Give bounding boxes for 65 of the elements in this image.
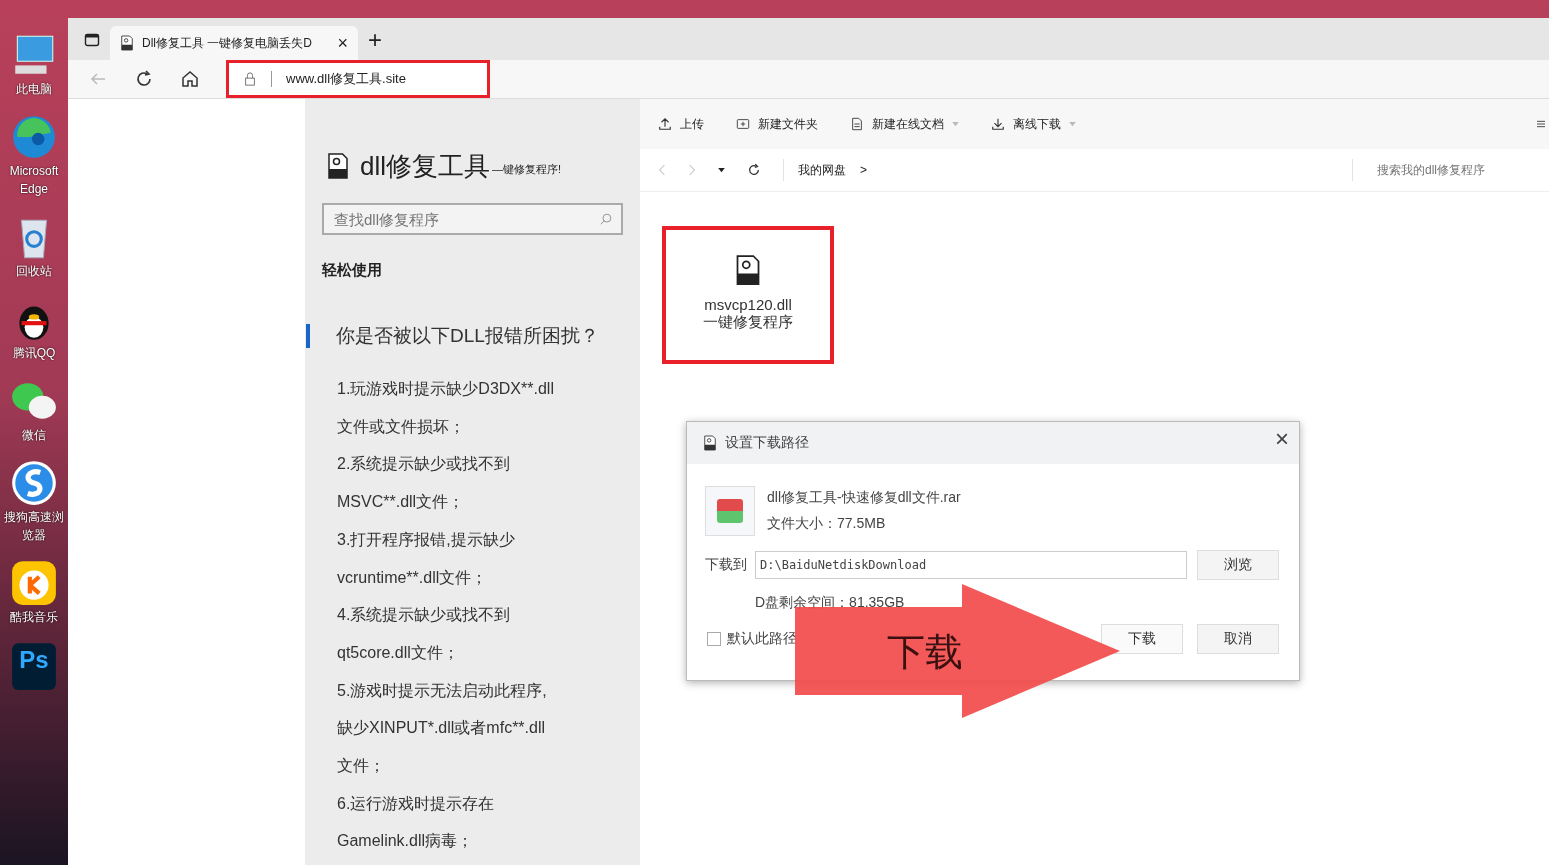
close-tab-button[interactable]: ×	[337, 32, 348, 54]
dialog-title: 设置下载路径	[725, 434, 809, 452]
tab-title: Dll修复工具 一键修复电脑丢失D	[142, 34, 313, 52]
dll-file-icon	[734, 252, 762, 288]
download-button[interactable]: 下载	[1101, 624, 1183, 654]
site-logo-text: dll修复工具	[360, 151, 490, 181]
file-subtitle: 一键修复程序	[703, 313, 793, 332]
browser-tab[interactable]: Dll修复工具 一键修复电脑丢失D ×	[110, 26, 358, 60]
free-space-text: D盘剩余空间：81.35GB	[754, 593, 906, 612]
breadcrumb-link[interactable]: 我的网盘	[798, 161, 846, 179]
error-list-item: 5.游戏时提示无法启动此程序, 缺少XINPUT*.dll或者mfc**.dll 文件；	[337, 680, 548, 777]
search-field[interactable]: 查找dll修复程序	[322, 203, 623, 235]
search-icon[interactable]	[599, 212, 613, 226]
archive-file-icon	[705, 486, 755, 536]
cancel-button[interactable]: 取消	[1197, 624, 1279, 654]
tab-actions-icon[interactable]	[84, 32, 100, 48]
file-tile[interactable]: msvcp120.dll 一键修复程序	[662, 226, 834, 364]
folder-plus-icon	[736, 117, 750, 131]
desktop-icon-label: 微信	[21, 427, 47, 444]
file-name: msvcp120.dll	[704, 296, 792, 313]
error-list-item: 1.玩游戏时提示缺少D3DX**.dll 文件或文件损坏；	[337, 379, 555, 437]
upload-icon	[658, 117, 672, 131]
close-button[interactable]: ×	[1275, 425, 1289, 453]
refresh-icon[interactable]	[747, 163, 761, 177]
path-field[interactable]: D:\BaiduNetdiskDownload	[755, 551, 1187, 579]
photoshop-logo-text: Ps	[19, 646, 49, 674]
breadcrumb-separator: >	[860, 163, 867, 177]
address-bar[interactable]: www.dll修复工具.site	[226, 60, 490, 98]
file-name: dll修复工具-快速修复dll文件.rar	[767, 489, 961, 507]
site-slogan: —键修复程序!	[492, 162, 562, 177]
toolbar-button[interactable]: 离线下载	[991, 115, 1076, 133]
photoshop-icon[interactable]	[9, 640, 59, 690]
desktop-icon-label: 酷我音乐	[9, 609, 59, 626]
path-label: 下载到	[705, 556, 747, 574]
new-tab-button[interactable]: +	[368, 26, 382, 54]
toolbar-button[interactable]: 上传	[658, 115, 704, 133]
dll-file-icon	[703, 435, 717, 451]
home-icon[interactable]	[180, 69, 200, 89]
desktop-icon-label: 回收站	[15, 263, 53, 280]
error-list-item: 2.系统提示缺少或找不到 MSVC**.dll文件；	[337, 454, 512, 513]
browse-button[interactable]: 浏览	[1197, 550, 1279, 580]
desktop-icon-label: 搜狗高速浏览器	[3, 509, 65, 544]
dll-file-icon	[120, 35, 134, 51]
dll-file-icon	[326, 151, 350, 181]
toolbar-button[interactable]: 新建文件夹	[736, 115, 818, 133]
error-list-item: 4.系统提示缺少或找不到 qt5core.dll文件；	[337, 605, 512, 663]
error-list-item: 6.运行游戏时提示存在 Gamelink.dll病毒；	[337, 793, 496, 852]
document-icon	[850, 117, 864, 131]
error-list-item: 3.打开程序报错,提示缺少 vcruntime**.dll文件；	[337, 529, 516, 588]
file-size: 文件大小：77.5MB	[767, 515, 887, 533]
section-heading: 轻松使用	[322, 261, 383, 280]
desktop-icon-label: 腾讯QQ	[11, 345, 57, 362]
question-heading: 你是否被以下DLL报错所困扰？	[306, 324, 624, 348]
url-text: www.dll修复工具.site	[286, 70, 406, 88]
caret-icon[interactable]	[718, 167, 725, 173]
desktop-icon-label: Microsoft Edge	[8, 163, 60, 198]
desktop-icon-label: 此电脑	[15, 81, 53, 98]
callout-text: 下载	[887, 630, 963, 675]
sogou-app-icon[interactable]	[9, 458, 59, 508]
download-icon	[991, 117, 1005, 131]
refresh-icon[interactable]	[134, 69, 154, 89]
toolbar-button[interactable]: 新建在线文档	[850, 115, 959, 133]
kuwo-app-icon[interactable]	[9, 558, 59, 608]
lock-icon	[243, 72, 257, 86]
checkbox[interactable]	[707, 632, 721, 646]
